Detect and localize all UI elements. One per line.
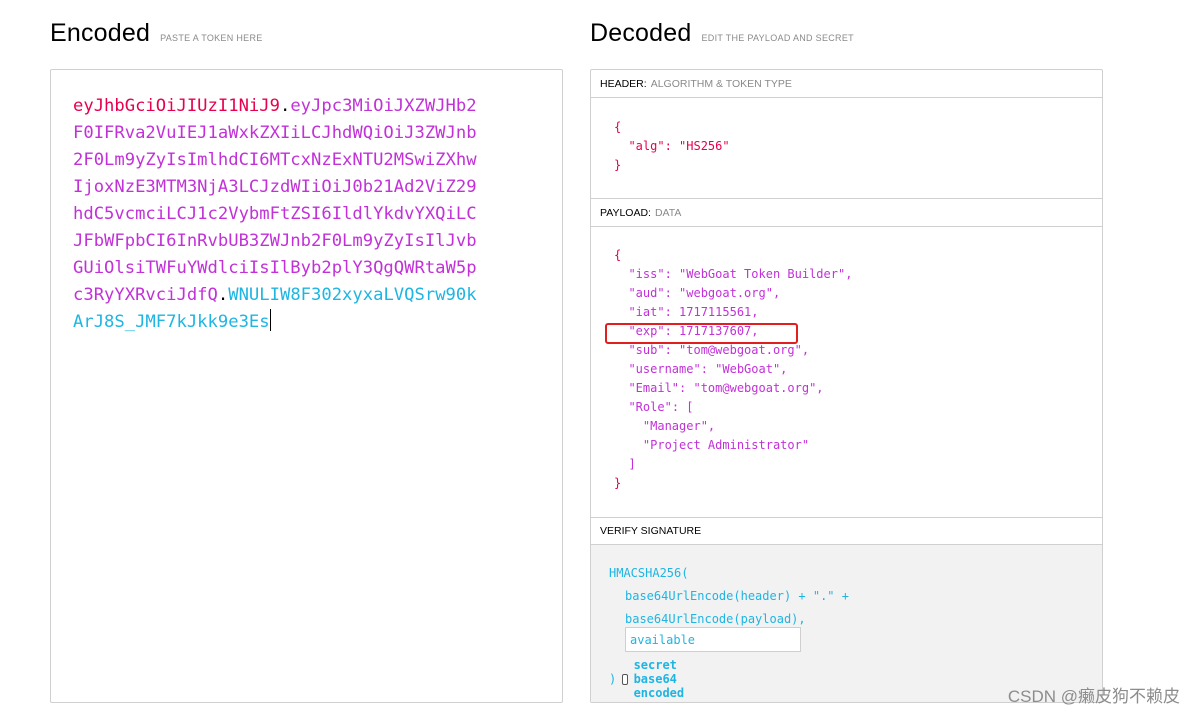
secret-input[interactable] xyxy=(625,627,801,652)
token-line: c3RyYXRvciJdfQ.WNULIW8F302xyxaLVQSrw90k xyxy=(73,282,477,309)
text-caret xyxy=(269,309,271,331)
header-section-sub: ALGORITHM & TOKEN TYPE xyxy=(650,77,792,90)
json-line: { xyxy=(614,246,852,265)
json-key: "iat" xyxy=(628,305,665,319)
encoded-title: Encoded xyxy=(50,19,151,47)
json-key: "iss" xyxy=(628,267,665,281)
json-key: "sub" xyxy=(628,343,665,357)
token-dot: . xyxy=(217,285,229,305)
decoded-subtitle: EDIT THE PAYLOAD AND SECRET xyxy=(701,33,854,43)
token-dot: . xyxy=(279,96,291,116)
json-value: "Project Administrator" xyxy=(642,438,810,452)
payload-section-sub: DATA xyxy=(654,206,682,219)
json-line: "Email": "tom@webgoat.org", xyxy=(628,381,824,395)
json-line: "aud": "webgoat.org", xyxy=(628,286,781,300)
json-value: [ xyxy=(686,400,694,414)
encoded-title-group: Encoded PASTE A TOKEN HERE xyxy=(50,19,263,48)
token-payload-segment: GUiOlsiTWFuYWdlciIsIlByb2plY3QgQWRtaW5p xyxy=(73,258,477,278)
json-brace: { xyxy=(614,120,622,134)
token-line: ArJ8S_JMF7kJkk9e3Es xyxy=(73,309,477,336)
payload-json-editor[interactable]: { "iss": "WebGoat Token Builder", "aud":… xyxy=(591,227,1102,516)
json-line: "Project Administrator" xyxy=(614,436,852,455)
json-line: } xyxy=(614,474,852,493)
token-payload-segment: eyJpc3MiOiJXZWJHb2 xyxy=(290,96,477,116)
json-brace: } xyxy=(614,158,622,172)
exp-highlight-box xyxy=(605,323,798,344)
json-value: "tom@webgoat.org", xyxy=(679,343,810,357)
json-value: "WebGoat Token Builder", xyxy=(679,267,853,281)
json-line: ] xyxy=(614,455,852,474)
json-value: ] xyxy=(628,457,636,471)
json-line: "username": "WebGoat", xyxy=(628,362,788,376)
json-value: "HS256" xyxy=(679,139,730,153)
verify-section-title: VERIFY SIGNATURE xyxy=(591,517,1102,545)
header-json[interactable]: { "alg": "HS256"} xyxy=(614,118,730,175)
token-payload-segment: 2F0Lm9yZyIsImlhdCI6MTcxNzExNTU2MSwiZXhw xyxy=(73,150,477,170)
json-value: 1717115561, xyxy=(679,305,759,319)
payload-section-title: PAYLOAD: DATA xyxy=(591,199,1102,227)
watermark: CSDN @癞皮狗不赖皮 xyxy=(1007,687,1180,706)
verify-close-paren: ) xyxy=(609,672,617,686)
token-payload-segment: hdC5vcmciLCJ1c2VybmFtZSI6IldlYkdvYXQiLC xyxy=(73,204,477,224)
json-brace: } xyxy=(614,476,622,490)
verify-close-row: ) secret base64 encoded xyxy=(609,658,690,700)
json-line: "alg": "HS256" xyxy=(628,139,730,153)
token-payload-segment: JFbWFpbCI6InRvbUB3ZWJnb2F0Lm9yZyIsIlJvb xyxy=(73,231,477,251)
token-line: JFbWFpbCI6InRvbUB3ZWJnb2F0Lm9yZyIsIlJvb xyxy=(73,228,477,255)
json-line: "iat": 1717115561, xyxy=(628,305,759,319)
json-line: } xyxy=(614,156,730,175)
token-line: F0IFRva2VuIEJ1aWxkZXIiLCJhdWQiOiJ3ZWJnb xyxy=(73,120,477,147)
header-section-title: HEADER: ALGORITHM & TOKEN TYPE xyxy=(591,70,1102,98)
token-line: eyJhbGciOiJIUzI1NiJ9.eyJpc3MiOiJXZWJHb2 xyxy=(73,93,477,120)
json-brace: { xyxy=(614,248,622,262)
verify-signature-body: HMACSHA256( base64UrlEncode(header) + ".… xyxy=(591,545,1102,702)
encoded-subtitle: PASTE A TOKEN HERE xyxy=(160,33,263,43)
decoded-panel: HEADER: ALGORITHM & TOKEN TYPE { "alg": … xyxy=(590,69,1103,703)
encoded-token-editor[interactable]: eyJhbGciOiJIUzI1NiJ9.eyJpc3MiOiJXZWJHb2 F… xyxy=(50,69,563,703)
verify-section-label: VERIFY SIGNATURE xyxy=(600,525,702,537)
payload-section-label: PAYLOAD: xyxy=(600,206,651,219)
token-line: GUiOlsiTWFuYWdlciIsIlByb2plY3QgQWRtaW5p xyxy=(73,255,477,282)
json-line: "iss": "WebGoat Token Builder", xyxy=(628,267,853,281)
token-line: 2F0Lm9yZyIsImlhdCI6MTcxNzExNTU2MSwiZXhw xyxy=(73,147,477,174)
json-key: "aud" xyxy=(628,286,665,300)
json-key: "username" xyxy=(628,362,701,376)
json-line: "Manager", xyxy=(614,417,852,436)
decoded-title-group: Decoded EDIT THE PAYLOAD AND SECRET xyxy=(590,19,854,48)
json-value: "WebGoat", xyxy=(715,362,788,376)
token-text[interactable]: eyJhbGciOiJIUzI1NiJ9.eyJpc3MiOiJXZWJHb2 F… xyxy=(73,93,477,336)
token-payload-segment: c3RyYXRvciJdfQ xyxy=(73,285,218,305)
json-value: "Manager", xyxy=(642,419,716,433)
json-value: "webgoat.org", xyxy=(679,286,781,300)
json-line: { xyxy=(614,118,730,137)
json-key: "Email" xyxy=(628,381,680,395)
base64-checkbox-label[interactable]: secret base64 encoded xyxy=(634,658,690,700)
verify-fn: HMACSHA256( xyxy=(609,566,689,580)
json-value: "tom@webgoat.org", xyxy=(693,381,824,395)
token-payload-segment: F0IFRva2VuIEJ1aWxkZXIiLCJhdWQiOiJ3ZWJnb xyxy=(73,123,477,143)
header-json-editor[interactable]: { "alg": "HS256"} xyxy=(591,98,1102,199)
token-signature-segment: ArJ8S_JMF7kJkk9e3Es xyxy=(73,312,270,332)
json-line: "Role": [ xyxy=(628,400,694,414)
verify-line-payload: base64UrlEncode(payload), xyxy=(625,612,806,626)
json-key: "alg" xyxy=(628,139,665,153)
token-line: hdC5vcmciLCJ1c2VybmFtZSI6IldlYkdvYXQiLC xyxy=(73,201,477,228)
verify-line-header: base64UrlEncode(header) + "." + xyxy=(625,589,849,603)
token-signature-segment: WNULIW8F302xyxaLVQSrw90k xyxy=(228,285,477,305)
decoded-title: Decoded xyxy=(590,19,692,47)
token-payload-segment: IjoxNzE3MTM3NjA3LCJzdWIiOiJ0b21Ad2ViZ29 xyxy=(73,177,477,197)
token-line: IjoxNzE3MTM3NjA3LCJzdWIiOiJ0b21Ad2ViZ29 xyxy=(73,174,477,201)
header-section-label: HEADER: xyxy=(600,77,647,90)
token-header-segment: eyJhbGciOiJIUzI1NiJ9 xyxy=(73,96,280,116)
payload-json[interactable]: { "iss": "WebGoat Token Builder", "aud":… xyxy=(614,246,852,493)
base64-checkbox[interactable] xyxy=(622,673,628,685)
json-key: "Role" xyxy=(628,400,672,414)
